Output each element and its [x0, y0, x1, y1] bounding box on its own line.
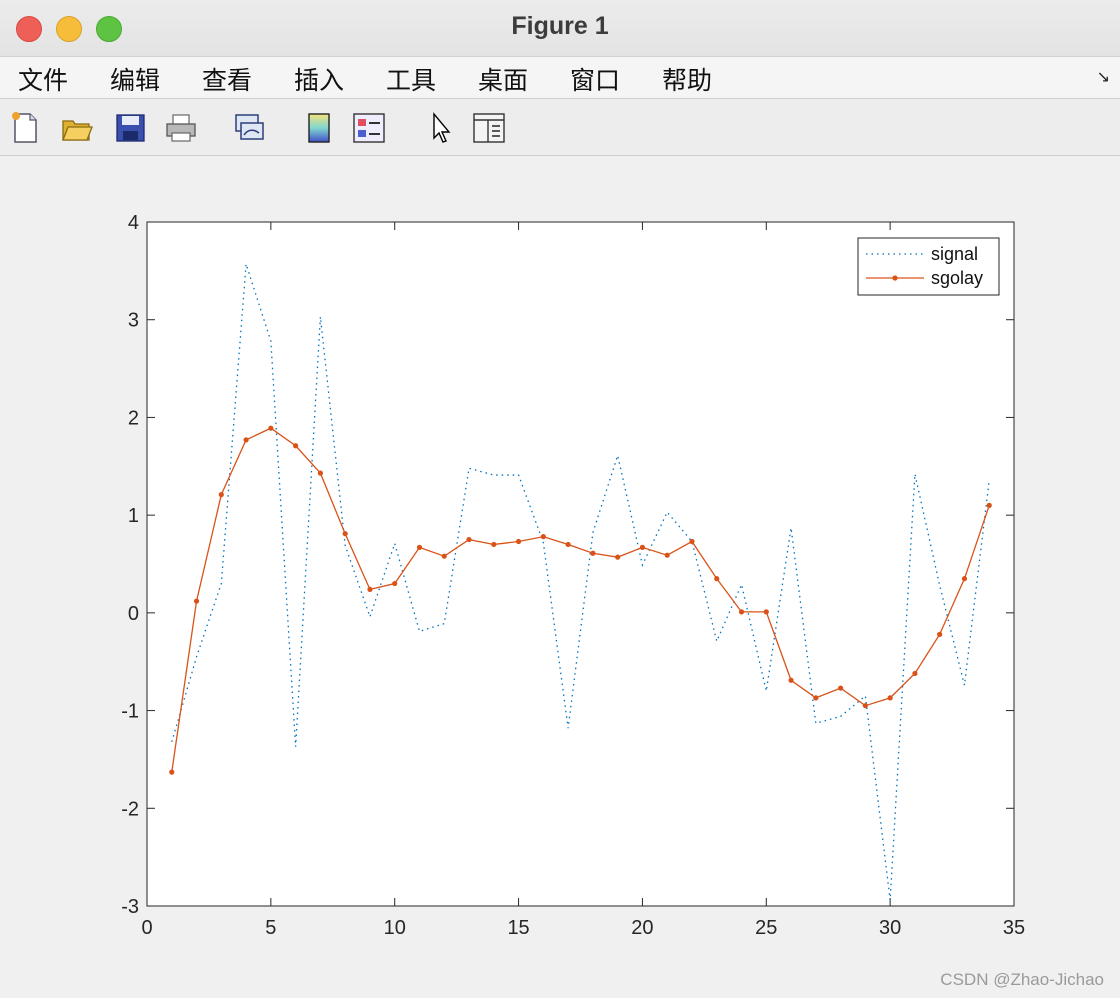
sgolay-point: [689, 538, 695, 545]
legend-marker-sgolay: [892, 275, 898, 281]
sgolay-point: [912, 670, 918, 677]
menu-edit[interactable]: 编辑: [110, 61, 160, 97]
menu-file[interactable]: 文件: [18, 61, 68, 97]
x-tick-label: 25: [755, 917, 777, 939]
colorbar-icon[interactable]: [302, 111, 336, 145]
menu-view[interactable]: 查看: [202, 61, 252, 97]
sgolay-point: [862, 703, 868, 709]
sgolay-point: [639, 544, 646, 550]
chart: 0 5 10 15 20 25 30 35 -3 -2 -1 0 1 2 3 4 signal sgolay: [121, 212, 1025, 939]
sgolay-point: [367, 586, 373, 593]
y-tick-label: 4: [128, 212, 139, 234]
x-tick-label: 35: [1003, 917, 1025, 939]
x-tick-label: 10: [384, 917, 406, 939]
sgolay-point: [416, 544, 423, 550]
title-bar: Figure 1: [0, 0, 1120, 57]
y-tick-label: -2: [121, 798, 139, 820]
dock-arrow-icon[interactable]: ↘: [1097, 67, 1110, 86]
sgolay-point: [813, 695, 819, 701]
sgolay-point: [887, 695, 893, 701]
open-file-icon[interactable]: [60, 111, 94, 145]
x-tick-label: 30: [879, 917, 901, 939]
y-tick-label: 3: [128, 310, 139, 332]
sgolay-point: [590, 550, 596, 556]
y-tick-label: 1: [128, 505, 139, 527]
print-icon[interactable]: [164, 111, 198, 145]
toolbar: [0, 99, 1120, 156]
legend-label-sgolay: sgolay: [931, 268, 983, 288]
sgolay-point: [664, 552, 670, 558]
property-editor-icon[interactable]: [472, 111, 506, 145]
y-tick-label: -3: [121, 896, 139, 918]
sgolay-point: [243, 437, 249, 443]
menu-help[interactable]: 帮助: [662, 61, 712, 97]
window-title: Figure 1: [511, 12, 609, 40]
x-tick-label: 0: [141, 917, 152, 939]
sgolay-point: [937, 631, 943, 637]
pointer-icon[interactable]: [424, 111, 458, 145]
sgolay-point: [714, 576, 720, 582]
legend-icon[interactable]: [352, 111, 386, 145]
sgolay-point: [540, 534, 546, 540]
y-tick-label: -1: [121, 701, 139, 723]
sgolay-point: [961, 576, 968, 582]
sgolay-point: [515, 538, 522, 545]
plot-area: [146, 221, 1015, 907]
y-tick-label: 0: [128, 603, 139, 625]
menu-desktop[interactable]: 桌面: [478, 61, 528, 97]
sgolay-point: [565, 541, 571, 548]
x-tick-label: 20: [631, 917, 653, 939]
menu-tools[interactable]: 工具: [386, 61, 436, 97]
watermark: CSDN @Zhao-Jichao: [940, 970, 1104, 989]
sgolay-point: [615, 554, 621, 560]
sgolay-point: [392, 580, 398, 587]
sgolay-point: [788, 677, 794, 683]
sgolay-point: [441, 553, 447, 559]
sgolay-point: [218, 492, 224, 498]
sgolay-point: [738, 609, 745, 615]
sgolay-point: [491, 541, 497, 548]
legend-label-signal: signal: [931, 244, 978, 264]
link-plot-icon[interactable]: [232, 111, 266, 145]
figure-area: 0 5 10 15 20 25 30 35 -3 -2 -1 0 1 2 3 4 signal sgolay CS…: [0, 156, 1120, 998]
sgolay-point: [763, 609, 769, 615]
menu-insert[interactable]: 插入: [294, 61, 344, 97]
sgolay-point: [268, 425, 274, 431]
x-tick-label: 15: [507, 917, 529, 939]
sgolay-point: [169, 769, 175, 775]
sgolay-point: [293, 443, 299, 449]
x-tick-label: 5: [265, 917, 276, 939]
save-icon[interactable]: [114, 111, 148, 145]
y-tick-label: 2: [128, 407, 139, 429]
sgolay-point: [193, 598, 200, 604]
new-figure-icon[interactable]: [8, 111, 42, 145]
sgolay-point: [342, 531, 348, 537]
menu-bar: 文件 编辑 查看 插入 工具 桌面 窗口 帮助 ↘: [0, 57, 1120, 99]
sgolay-point: [317, 470, 323, 476]
sgolay-point: [986, 502, 992, 508]
sgolay-point: [466, 536, 472, 543]
sgolay-point: [838, 685, 844, 691]
menu-window[interactable]: 窗口: [570, 61, 620, 97]
